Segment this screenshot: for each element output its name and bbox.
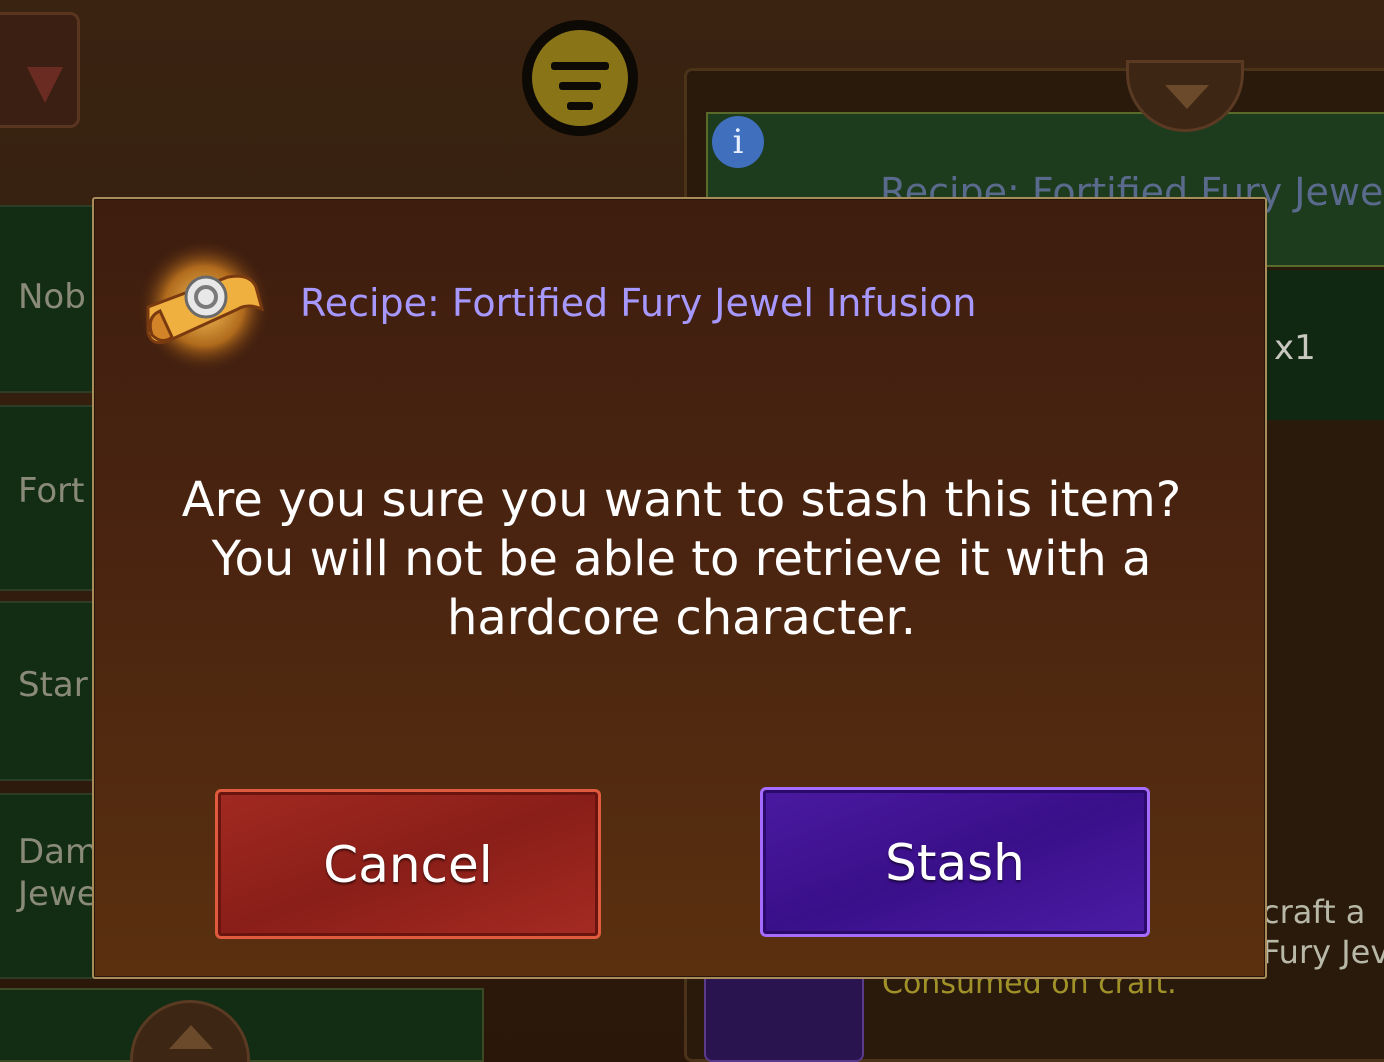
dialog-title: Recipe: Fortified Fury Jewel Infusion (300, 281, 977, 325)
ingredient-row: x1 (1266, 270, 1384, 420)
cancel-button[interactable]: Cancel (215, 789, 601, 939)
triangle-down-icon (27, 67, 63, 103)
stash-confirm-dialog: Recipe: Fortified Fury Jewel Infusion Ar… (92, 197, 1267, 979)
info-icon[interactable]: i (712, 116, 764, 168)
filter-icon[interactable] (522, 20, 638, 136)
chevron-down-icon (1165, 85, 1209, 109)
stash-button[interactable]: Stash (760, 787, 1150, 937)
stash-button-label: Stash (885, 834, 1025, 892)
recipe-scroll-icon (138, 240, 270, 372)
dialog-message: Are you sure you want to stash this item… (181, 472, 1182, 646)
chevron-up-icon (169, 1025, 213, 1049)
dropdown-button[interactable] (0, 12, 80, 128)
recipe-description: craft a Fury Jev (1262, 893, 1384, 971)
quantity-label: x1 (1274, 328, 1316, 368)
cancel-button-label: Cancel (323, 836, 493, 894)
